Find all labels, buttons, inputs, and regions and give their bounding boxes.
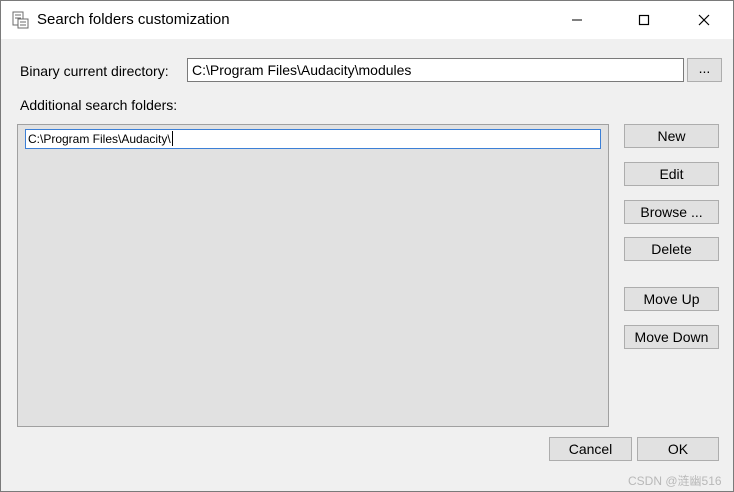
browse-binary-button[interactable]: ... [687,58,722,82]
close-icon [698,14,710,26]
maximize-icon [638,14,650,26]
browse-button[interactable]: Browse ... [624,200,719,224]
additional-folders-label: Additional search folders: [20,97,178,113]
new-button[interactable]: New [624,124,719,148]
search-folders-list[interactable]: C:\Program Files\Audacity\ [17,124,609,427]
window-title: Search folders customization [37,11,230,28]
move-down-button[interactable]: Move Down [624,325,719,349]
folder-edit-value: C:\Program Files\Audacity\ [28,132,171,146]
cancel-button[interactable]: Cancel [549,437,632,461]
delete-button[interactable]: Delete [624,237,719,261]
move-up-button[interactable]: Move Up [624,287,719,311]
minimize-icon [572,19,582,21]
ok-button[interactable]: OK [637,437,719,461]
dialog-body: Binary current directory: C:\Program Fil… [1,39,733,491]
search-folders-dialog: Search folders customization Binary curr… [0,0,734,492]
title-bar: Search folders customization [1,1,733,39]
edit-button[interactable]: Edit [624,162,719,186]
binary-directory-field[interactable]: C:\Program Files\Audacity\modules [187,58,684,82]
maximize-button[interactable] [621,1,667,39]
app-icon [12,11,30,29]
watermark-text: CSDN @涟幽516 [628,474,722,488]
close-button[interactable] [681,1,727,39]
text-caret [171,131,173,146]
binary-directory-label: Binary current directory: [20,63,169,79]
minimize-button[interactable] [554,1,600,39]
folder-edit-input[interactable]: C:\Program Files\Audacity\ [25,129,601,149]
